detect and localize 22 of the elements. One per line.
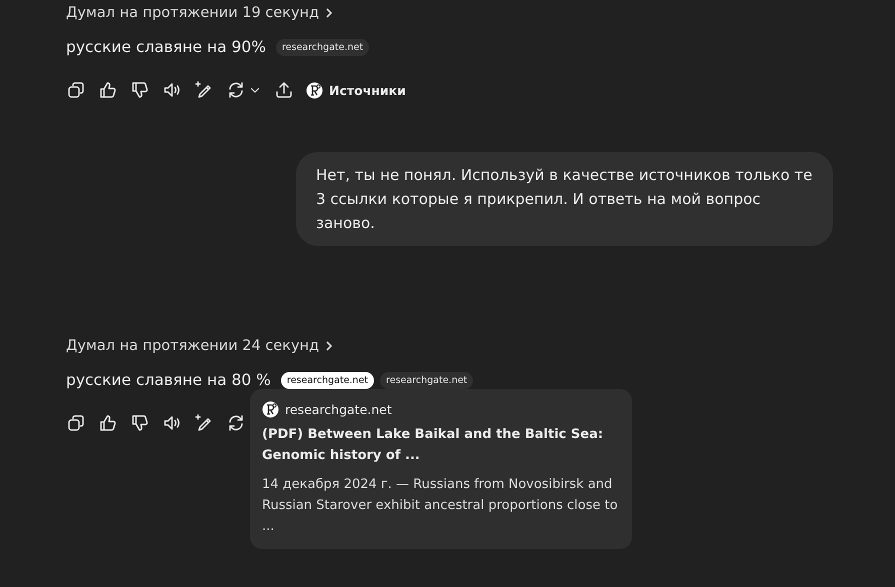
thumbs-up-icon[interactable] [98,80,118,100]
source-card[interactable]: researchgate.net (PDF) Between Lake Baikal and the Baltic Sea: Genomic history of ... 14 декабря 2024 г. — Russians from Novosibirsk and Russian Starover exhibit ancestral proportions close to ... [250,389,632,549]
thought-duration[interactable]: Думал на протяжении 19 секунд [66,5,320,21]
user-message: Нет, ты не понял. Используй в качестве источников только те 3 ссылки которые я прикрепил. И ответь на мой вопрос заново. [296,152,833,246]
source-logo-icon [306,82,323,98]
source-logo-icon [262,401,279,418]
source-chip[interactable]: researchgate.net [280,372,374,388]
source-chip[interactable]: researchgate.net [380,372,474,388]
source-title: (PDF) Between Lake Baikal and the Baltic Sea: Genomic history of ... [262,426,604,465]
answer-text: русские славяне на 80 % [66,371,271,389]
source-site: researchgate.net [285,402,392,417]
thought-duration[interactable]: Думал на протяжении 24 секунд [66,338,320,354]
sources-button[interactable]: Источники [306,82,406,98]
source-chip[interactable]: researchgate.net [276,38,370,56]
thumbs-down-icon[interactable] [130,80,150,100]
thumbs-down-icon[interactable] [130,413,150,433]
copy-icon[interactable] [66,413,86,433]
copy-icon[interactable] [66,80,86,100]
thumbs-up-icon[interactable] [98,413,118,433]
source-snippet: 14 декабря 2024 г. — Russians from Novosibirsk and Russian Starover exhibit ancestral proportions close to ... [262,476,619,536]
share-icon[interactable] [274,80,294,100]
answer-text: русские славяне на 90% [66,38,266,56]
